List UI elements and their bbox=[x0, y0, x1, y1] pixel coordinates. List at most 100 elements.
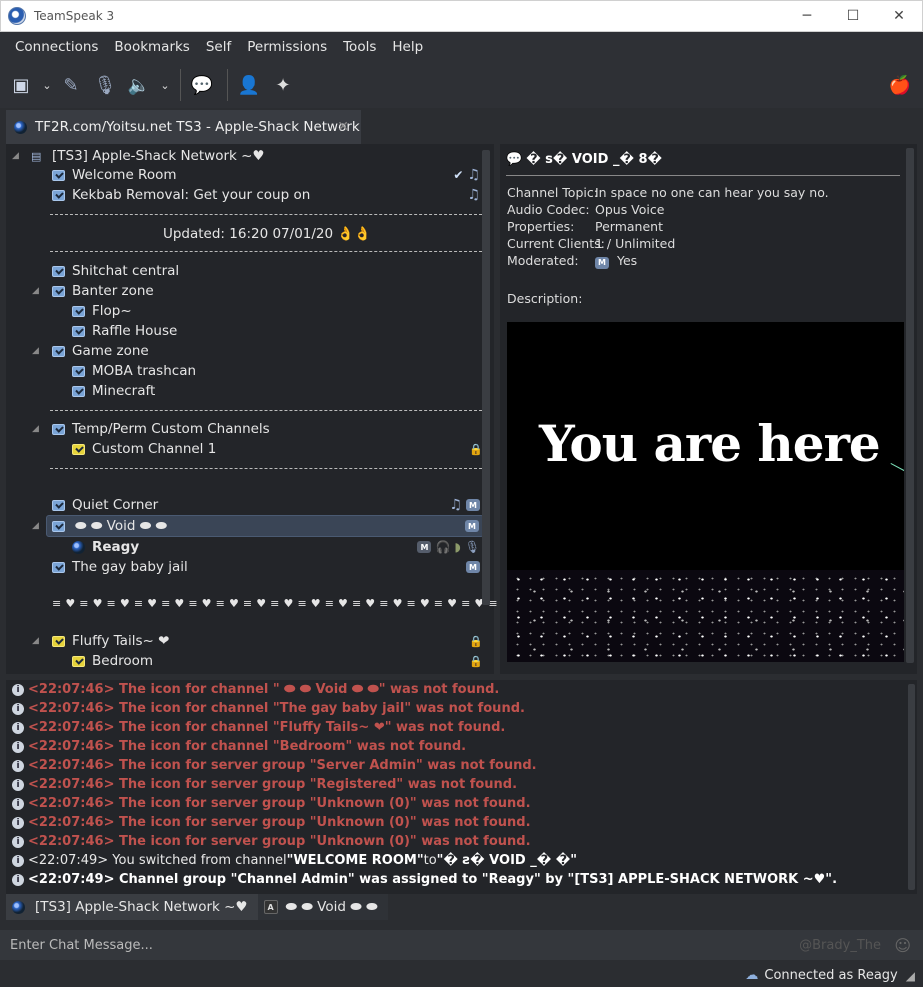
channel-label: Flop~ bbox=[92, 303, 132, 319]
chat-tabs: [TS3] Apple-Shack Network ~♥ A ⬬ ⬬ Void … bbox=[6, 894, 388, 920]
mute-microphone-icon[interactable]: 🎙 bbox=[90, 68, 120, 102]
channel-gay-baby-jail[interactable]: The gay baby jail M bbox=[6, 557, 484, 577]
identity-icon[interactable]: ✦ bbox=[268, 68, 298, 102]
channel-label: Shitchat central bbox=[72, 263, 180, 279]
close-tab-icon[interactable]: ✕ bbox=[337, 119, 349, 135]
channel-label: ⬬ ⬬ Void ⬬ ⬬ bbox=[75, 518, 168, 534]
server-tab[interactable]: TF2R.com/Yoitsu.net TS3 - Apple-Shack Ne… bbox=[6, 110, 361, 144]
toolbar-divider bbox=[227, 69, 228, 101]
emoji-icon[interactable]: ☺ bbox=[894, 936, 911, 955]
cloud-icon: ☁ bbox=[745, 968, 759, 983]
chat-tab-channel[interactable]: A ⬬ ⬬ Void ⬬ ⬬ bbox=[257, 894, 388, 920]
spacer-hearts[interactable]: ≡ ♥ ≡ ♥ ≡ ♥ ≡ ♥ ≡ ♥ ≡ ♥ ≡ ♥ ≡ ♥ ≡ ♥ ≡ ♥ … bbox=[6, 593, 566, 613]
channel-void[interactable]: ⬬ ⬬ Void ⬬ ⬬ M bbox=[46, 515, 484, 537]
whisper-icon[interactable]: 💬 bbox=[187, 68, 217, 102]
menu-self[interactable]: Self bbox=[198, 39, 239, 55]
properties-label: Properties: bbox=[507, 219, 575, 234]
shooting-star bbox=[890, 463, 904, 478]
channel-badge-icon: A bbox=[263, 900, 278, 914]
channel-icon bbox=[72, 655, 85, 667]
log-text: <22:07:46> The icon for channel "Bedroom… bbox=[28, 739, 467, 754]
spacer-updated[interactable]: Updated: 16:20 07/01/20 👌👌 bbox=[6, 224, 484, 244]
turtle-icon: ◗ bbox=[454, 540, 461, 554]
chevron-down-icon[interactable]: ⌄ bbox=[40, 68, 54, 102]
info-icon: i bbox=[12, 854, 24, 867]
chat-user-hint: @Brady_The bbox=[799, 937, 881, 953]
channel-icon bbox=[72, 385, 85, 397]
channel-temp-perm[interactable]: ◢ Temp/Perm Custom Channels bbox=[6, 419, 484, 439]
lock-icon: 🔒 bbox=[469, 655, 483, 668]
chat-message-input[interactable] bbox=[10, 937, 770, 953]
menu-help[interactable]: Help bbox=[384, 39, 431, 55]
channel-banter-zone[interactable]: ◢ Banter zone bbox=[6, 281, 484, 301]
lock-icon: 🔒 bbox=[469, 635, 483, 648]
chat-input-bar: @Brady_The ☺ bbox=[0, 930, 923, 960]
microphone-muted-icon: 🎙 bbox=[464, 540, 480, 554]
collapse-icon[interactable]: ◢ bbox=[12, 151, 19, 161]
menu-permissions[interactable]: Permissions bbox=[239, 39, 335, 55]
channel-label: Banter zone bbox=[72, 283, 154, 299]
mute-speakers-icon[interactable]: 🔈 bbox=[124, 68, 154, 102]
channel-fluffy-tails[interactable]: ◢ Fluffy Tails~ ❤ 🔒 bbox=[6, 631, 484, 651]
disconnect-icon[interactable]: ▣ bbox=[6, 68, 36, 102]
client-reagy[interactable]: Reagy M 🎧 ◗ 🎙 bbox=[6, 537, 484, 557]
spacer-divider bbox=[50, 251, 482, 252]
channel-flop[interactable]: Flop~ bbox=[6, 301, 484, 321]
chat-tab-server[interactable]: [TS3] Apple-Shack Network ~♥ bbox=[6, 894, 258, 920]
channel-label: Welcome Room bbox=[72, 167, 177, 183]
description-label: Description: bbox=[507, 291, 583, 306]
collapse-icon[interactable]: ◢ bbox=[32, 346, 39, 356]
channel-raffle-house[interactable]: Raffle House bbox=[6, 321, 484, 341]
channel-icon bbox=[52, 345, 65, 357]
collapse-icon[interactable]: ◢ bbox=[32, 424, 39, 434]
codec-value: Opus Voice bbox=[595, 202, 665, 217]
moderated-icon: M bbox=[595, 256, 609, 269]
channel-icon bbox=[72, 443, 85, 455]
channel-shitchat[interactable]: Shitchat central bbox=[6, 261, 484, 281]
info-icon: i bbox=[12, 721, 24, 734]
apple-icon[interactable]: 🍎 bbox=[885, 68, 915, 102]
info-icon: i bbox=[12, 797, 24, 810]
channel-moba[interactable]: MOBA trashcan bbox=[6, 361, 484, 381]
channel-minecraft[interactable]: Minecraft bbox=[6, 381, 484, 401]
collapse-icon[interactable]: ◢ bbox=[32, 286, 39, 296]
channel-icon bbox=[52, 423, 65, 435]
log-text: <22:07:49> You switched from channel bbox=[28, 853, 287, 868]
chat-bubble-icon: 💬 bbox=[506, 152, 523, 167]
collapse-icon[interactable]: ◢ bbox=[32, 521, 39, 531]
tree-scrollbar[interactable] bbox=[482, 150, 490, 605]
contacts-icon[interactable]: 👤 bbox=[234, 68, 264, 102]
spacer-divider bbox=[50, 468, 482, 469]
info-icon: i bbox=[12, 816, 24, 829]
channel-welcome-room[interactable]: Welcome Room ✔ ♫ bbox=[6, 165, 484, 185]
away-icon[interactable]: ✎ bbox=[56, 68, 86, 102]
channel-bedroom[interactable]: Bedroom 🔒 bbox=[6, 651, 484, 671]
channel-quiet-corner[interactable]: Quiet Corner ♫ M bbox=[6, 495, 484, 515]
log-text: to bbox=[423, 853, 437, 868]
log-line: i <22:07:46> The icon for server group "U… bbox=[12, 813, 531, 832]
channel-game-zone[interactable]: ◢ Game zone bbox=[6, 341, 484, 361]
server-tab-label: TF2R.com/Yoitsu.net TS3 - Apple-Shack Ne… bbox=[35, 119, 360, 135]
info-icon: i bbox=[12, 683, 24, 696]
chevron-down-icon[interactable]: ⌄ bbox=[158, 68, 172, 102]
channel-custom-1[interactable]: Custom Channel 1 🔒 bbox=[6, 439, 484, 459]
log-scrollbar[interactable] bbox=[908, 684, 915, 890]
tree-server-row[interactable]: ◢ ▤ [TS3] Apple-Shack Network ~♥ bbox=[6, 146, 484, 166]
info-scrollbar[interactable] bbox=[906, 148, 914, 663]
channel-label: Minecraft bbox=[92, 383, 156, 399]
log-channel-from[interactable]: "WELCOME ROOM" bbox=[287, 853, 424, 868]
channel-kekbab[interactable]: Kekbab Removal: Get your coup on ♫ bbox=[6, 185, 484, 205]
maximize-button[interactable]: ☐ bbox=[830, 1, 876, 31]
channel-label: Custom Channel 1 bbox=[92, 441, 217, 457]
info-icon: i bbox=[12, 702, 24, 715]
menu-connections[interactable]: Connections bbox=[7, 39, 106, 55]
minimize-button[interactable]: ─ bbox=[784, 1, 830, 31]
close-window-button[interactable]: ✕ bbox=[876, 1, 922, 31]
channel-info-header: 💬 � s� VOID _� 8� bbox=[506, 152, 662, 167]
collapse-icon[interactable]: ◢ bbox=[32, 636, 39, 646]
log-channel-to[interactable]: "� ƨ� VOID _� �" bbox=[437, 853, 577, 868]
menu-tools[interactable]: Tools bbox=[335, 39, 384, 55]
menu-bookmarks[interactable]: Bookmarks bbox=[106, 39, 197, 55]
starfield bbox=[507, 570, 904, 662]
log-line: i <22:07:46> The icon for channel "Fluffy… bbox=[12, 718, 505, 737]
